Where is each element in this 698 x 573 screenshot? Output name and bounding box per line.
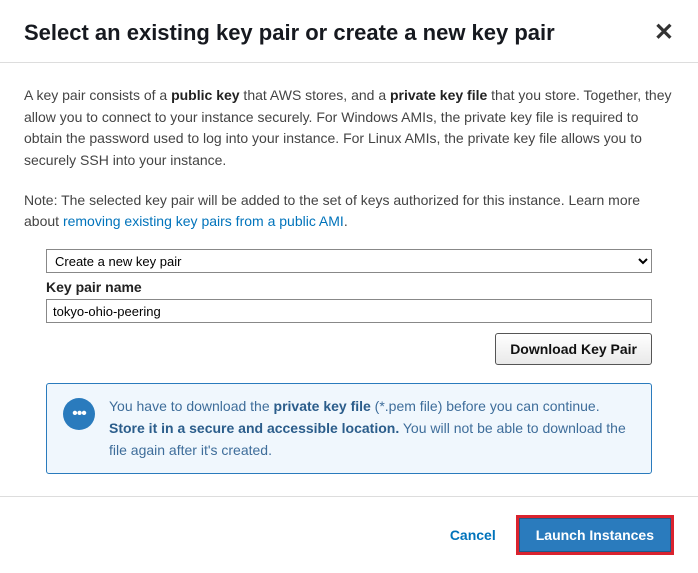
description-paragraph: A key pair consists of a public key that… [24,85,674,172]
download-warning-alert: ••• You have to download the private key… [46,383,652,474]
alert-text: You have to download the private key fil… [109,396,635,461]
chat-bubble-icon: ••• [63,398,95,430]
learn-more-link[interactable]: removing existing key pairs from a publi… [63,213,344,229]
launch-highlight-box: Launch Instances [516,515,674,555]
download-row: Download Key Pair [46,333,652,365]
cancel-button[interactable]: Cancel [450,527,496,543]
keypair-modal: Select an existing key pair or create a … [0,0,698,573]
keypair-action-select[interactable]: Create a new key pair [46,249,652,273]
desc-bold-private-key-file: private key file [390,87,487,103]
launch-instances-button[interactable]: Launch Instances [519,518,671,552]
modal-title: Select an existing key pair or create a … [24,20,555,46]
alert-bold-private-key-file: private key file [274,398,371,414]
note-suffix: . [344,213,348,229]
modal-footer: Cancel Launch Instances [0,496,698,573]
download-keypair-button[interactable]: Download Key Pair [495,333,652,365]
modal-header: Select an existing key pair or create a … [0,0,698,63]
keypair-name-input[interactable] [46,299,652,323]
desc-bold-public-key: public key [171,87,239,103]
alert-span: (*.pem file) before you can continue. [371,398,600,414]
form-block: Create a new key pair Key pair name Down… [24,249,674,474]
alert-span: You have to download the [109,398,274,414]
close-button[interactable]: ✕ [654,21,674,45]
note-paragraph: Note: The selected key pair will be adde… [24,190,674,233]
keypair-name-label: Key pair name [46,279,652,295]
desc-text: A key pair consists of a [24,87,171,103]
modal-body: A key pair consists of a public key that… [0,63,698,474]
desc-text: that AWS stores, and a [240,87,390,103]
alert-bold-store-location: Store it in a secure and accessible loca… [109,420,399,436]
